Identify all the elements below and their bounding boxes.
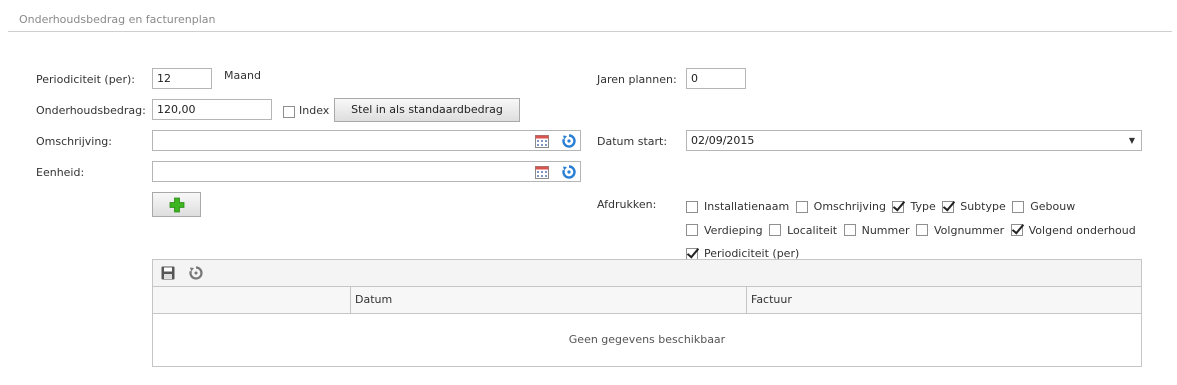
checkbox[interactable]: [795, 200, 808, 213]
print-option[interactable]: Volgend onderhoud: [1010, 220, 1136, 241]
column-header[interactable]: [153, 287, 350, 313]
print-option[interactable]: Nummer: [843, 220, 910, 241]
afdrukken-label: Afdrukken:: [597, 198, 657, 211]
calendar-icon[interactable]: [533, 132, 551, 150]
calendar-icon[interactable]: [533, 163, 551, 181]
print-option[interactable]: Verdieping: [686, 220, 763, 241]
chevron-down-icon: ▼: [1128, 136, 1135, 145]
jaren-plannen-input[interactable]: 0: [686, 68, 746, 89]
periodiciteit-input[interactable]: 12: [152, 68, 212, 89]
section-title: Onderhoudsbedrag en facturenplan: [19, 13, 216, 26]
refresh-icon[interactable]: [560, 163, 578, 181]
jaren-plannen-label: Jaren plannen:: [597, 73, 677, 86]
checkbox[interactable]: [843, 224, 856, 236]
set-default-amount-button[interactable]: Stel in als standaardbedrag: [334, 98, 520, 122]
refresh-icon[interactable]: [560, 132, 578, 150]
grid-toolbar: [153, 260, 1141, 287]
checkbox[interactable]: [916, 224, 929, 236]
print-option[interactable]: Gebouw: [1012, 196, 1075, 217]
eenheid-label: Eenheid:: [36, 166, 85, 179]
print-option[interactable]: Omschrijving: [795, 196, 886, 217]
grid-empty-message: Geen gegevens beschikbaar: [568, 333, 726, 346]
index-checkbox[interactable]: [283, 106, 295, 118]
print-option[interactable]: Subtype: [942, 196, 1006, 217]
add-button[interactable]: [152, 192, 201, 217]
refresh-icon[interactable]: [187, 264, 205, 282]
print-option[interactable]: Installatienaam: [686, 196, 789, 217]
section-divider: [8, 31, 1172, 32]
omschrijving-input[interactable]: [152, 130, 581, 151]
grid-header: Datum Factuur: [153, 287, 1141, 314]
datum-start-value: 02/09/2015: [691, 134, 755, 147]
periodiciteit-label: Periodiciteit (per):: [36, 73, 135, 86]
checkbox[interactable]: [1012, 200, 1025, 213]
print-option[interactable]: Type: [892, 196, 936, 217]
onderhoudsbedrag-label: Onderhoudsbedrag:: [36, 104, 146, 117]
omschrijving-label: Omschrijving:: [36, 135, 112, 148]
print-option[interactable]: Localiteit: [769, 220, 837, 241]
eenheid-input[interactable]: [152, 161, 581, 182]
checkbox[interactable]: [892, 200, 905, 213]
index-label: Index: [299, 104, 330, 117]
plus-icon: [169, 197, 184, 212]
checkbox[interactable]: [1010, 224, 1023, 236]
datum-start-select[interactable]: 02/09/2015 ▼: [686, 130, 1142, 151]
checkbox[interactable]: [686, 200, 698, 213]
periodiciteit-unit: Maand: [224, 69, 261, 82]
checkbox[interactable]: [686, 247, 698, 260]
datum-start-label: Datum start:: [597, 135, 668, 148]
print-option[interactable]: Volgnummer: [916, 220, 1004, 241]
invoice-grid: Datum Factuur Geen gegevens beschikbaar: [152, 259, 1142, 367]
onderhoudsbedrag-input[interactable]: 120,00: [152, 99, 272, 120]
checkbox[interactable]: [942, 200, 955, 213]
save-icon[interactable]: [159, 264, 177, 282]
checkbox[interactable]: [686, 224, 698, 236]
column-header-datum[interactable]: Datum: [350, 287, 746, 313]
afdrukken-options: Installatienaam Omschrijving Type Subtyp…: [686, 196, 1146, 267]
column-header-factuur[interactable]: Factuur: [746, 287, 1141, 313]
checkbox[interactable]: [769, 224, 782, 236]
